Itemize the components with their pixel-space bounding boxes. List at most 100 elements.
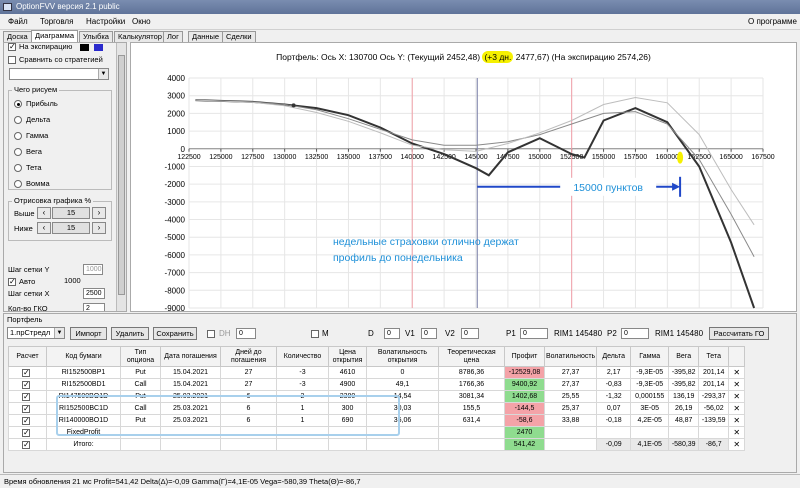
tab-smile[interactable]: Улыбка — [79, 31, 113, 42]
calc-checkbox-cell[interactable] — [8, 366, 47, 379]
column-header[interactable]: Количество — [276, 346, 329, 367]
option-vomma[interactable]: Вомма — [14, 179, 50, 189]
option-gamma[interactable]: Гамма — [14, 131, 48, 141]
column-header[interactable]: Волатильность открытия — [366, 346, 439, 367]
option-delta[interactable]: Дельта — [14, 115, 50, 125]
calc-checkbox-cell[interactable] — [8, 414, 47, 427]
profit-chart[interactable]: 4000 3000 2000 1000 0 -1000 -2000 -3000 -4000 -50… — [131, 63, 796, 313]
column-header[interactable]: Код бумаги — [46, 346, 121, 367]
below-value[interactable]: 15 — [52, 222, 90, 234]
column-header[interactable]: Дней до погашения — [220, 346, 277, 367]
tab-calculator[interactable]: Калькулятор — [114, 31, 166, 42]
remove-row-icon[interactable]: ✕ — [728, 366, 746, 379]
count-input[interactable]: 2 — [83, 303, 105, 311]
p1-input[interactable]: 0 — [520, 328, 548, 339]
menu-file[interactable]: Файл — [8, 17, 28, 26]
table-row[interactable]: RI140000BO1DPut25.03.20216169035,06631,4… — [8, 414, 746, 427]
tab-data[interactable]: Данные — [188, 31, 224, 42]
m-checkbox[interactable] — [311, 330, 319, 338]
grid-y-input[interactable]: 1000 — [83, 264, 103, 275]
menu-settings[interactable]: Настройки — [86, 17, 125, 26]
column-header[interactable]: Дата погашения — [160, 346, 221, 367]
calc-checkbox[interactable] — [22, 416, 30, 425]
column-header[interactable]: Дельта — [596, 346, 632, 367]
import-button[interactable]: Импорт — [70, 327, 107, 340]
expiry-row[interactable]: На экспирацию — [8, 43, 103, 52]
below-decrease-button[interactable]: ‹ — [37, 222, 51, 234]
auto-checkbox[interactable] — [8, 277, 16, 287]
column-header[interactable] — [728, 346, 746, 367]
option-vega[interactable]: Вега — [14, 147, 42, 157]
radio-vomma[interactable] — [14, 180, 22, 189]
p2-input[interactable]: 0 — [621, 328, 649, 339]
option-profit[interactable]: Прибыль — [14, 99, 58, 109]
menu-window[interactable]: Окно — [132, 17, 151, 26]
column-header[interactable]: Цена открытия — [328, 346, 367, 367]
calc-checkbox-cell[interactable] — [8, 402, 47, 415]
v1-input[interactable]: 0 — [421, 328, 437, 339]
delete-button[interactable]: Удалить — [111, 327, 149, 340]
remove-row-icon[interactable]: ✕ — [728, 438, 746, 451]
calc-checkbox-cell[interactable] — [8, 378, 47, 391]
below-increase-button[interactable]: › — [92, 222, 106, 234]
tab-diagram[interactable]: Диаграмма — [31, 30, 79, 42]
calc-checkbox[interactable] — [22, 428, 30, 437]
table-row[interactable]: FixedProfit 2470 ✕ — [8, 426, 746, 439]
calc-checkbox[interactable] — [22, 368, 30, 377]
dh-input[interactable]: 0 — [236, 328, 256, 339]
calc-checkbox-cell[interactable] — [8, 426, 47, 439]
expiry-color-swatch-2[interactable] — [93, 43, 103, 51]
menu-about[interactable]: О программе — [748, 17, 797, 26]
menu-trading[interactable]: Торговля — [40, 17, 73, 26]
calc-checkbox-cell[interactable] — [8, 390, 47, 403]
save-button[interactable]: Сохранить — [153, 327, 197, 340]
compare-row[interactable]: Сравнить со стратегией — [8, 55, 103, 65]
above-increase-button[interactable]: › — [92, 207, 106, 219]
calc-margin-button[interactable]: Рассчитать ГО — [709, 327, 769, 340]
table-row[interactable]: RI152500BP1Put15.04.202127-3461008786,36… — [8, 366, 746, 379]
table-row[interactable]: RI152500BD1Call15.04.202127-3490049,1176… — [8, 378, 746, 391]
dh-checkbox[interactable] — [207, 330, 215, 338]
remove-row-icon[interactable]: ✕ — [728, 426, 746, 439]
calc-checkbox[interactable] — [22, 404, 30, 413]
option-theta[interactable]: Тета — [14, 163, 42, 173]
table-row[interactable]: Итого: 541,42 -0,094,1E-05-580,39-86,7✕ — [8, 438, 746, 451]
tab-board[interactable]: Доска — [3, 31, 32, 42]
table-row[interactable]: RI147500BO1DPut25.03.202162238014,543081… — [8, 390, 746, 403]
radio-delta[interactable] — [14, 116, 22, 125]
portfolio-selector[interactable]: 1.прСтредл ▼ — [7, 327, 65, 339]
radio-profit[interactable] — [14, 100, 22, 109]
calc-checkbox-cell[interactable] — [8, 438, 47, 451]
radio-theta[interactable] — [14, 164, 22, 173]
radio-gamma[interactable] — [14, 132, 22, 141]
column-header[interactable]: Волатильность — [543, 346, 598, 367]
remove-row-icon[interactable]: ✕ — [728, 402, 746, 415]
calc-checkbox[interactable] — [22, 392, 30, 401]
column-header[interactable]: Профит — [504, 346, 545, 367]
remove-row-icon[interactable]: ✕ — [728, 414, 746, 427]
column-header[interactable]: Тета — [698, 346, 730, 367]
above-decrease-button[interactable]: ‹ — [37, 207, 51, 219]
remove-row-icon[interactable]: ✕ — [728, 390, 746, 403]
column-header[interactable]: Теоретическая цена — [438, 346, 505, 367]
calc-checkbox[interactable] — [22, 380, 30, 389]
column-header[interactable]: Гамма — [630, 346, 670, 367]
column-header[interactable]: Тип опциона — [120, 346, 161, 367]
above-value[interactable]: 15 — [52, 207, 90, 219]
strategy-combo[interactable]: ▼ — [9, 68, 109, 80]
expiry-checkbox[interactable] — [8, 43, 16, 52]
radio-vega[interactable] — [14, 148, 22, 157]
expiry-color-swatch[interactable] — [80, 43, 90, 51]
grid-x-input[interactable]: 2500 — [83, 288, 105, 299]
compare-checkbox[interactable] — [8, 56, 16, 65]
remove-row-icon[interactable]: ✕ — [728, 378, 746, 391]
v2-input[interactable]: 0 — [461, 328, 479, 339]
calc-checkbox[interactable] — [22, 440, 30, 449]
tab-deals[interactable]: Сделки — [222, 31, 256, 42]
d-input[interactable]: 0 — [384, 328, 400, 339]
column-header[interactable]: Расчет — [8, 346, 47, 367]
column-header[interactable]: Вега — [668, 346, 700, 367]
scrollbar-thumb[interactable] — [118, 55, 125, 295]
left-panel-scrollbar[interactable] — [116, 43, 126, 311]
table-row[interactable]: RI152500BC1DCall25.03.20216130030,03155,… — [8, 402, 746, 415]
